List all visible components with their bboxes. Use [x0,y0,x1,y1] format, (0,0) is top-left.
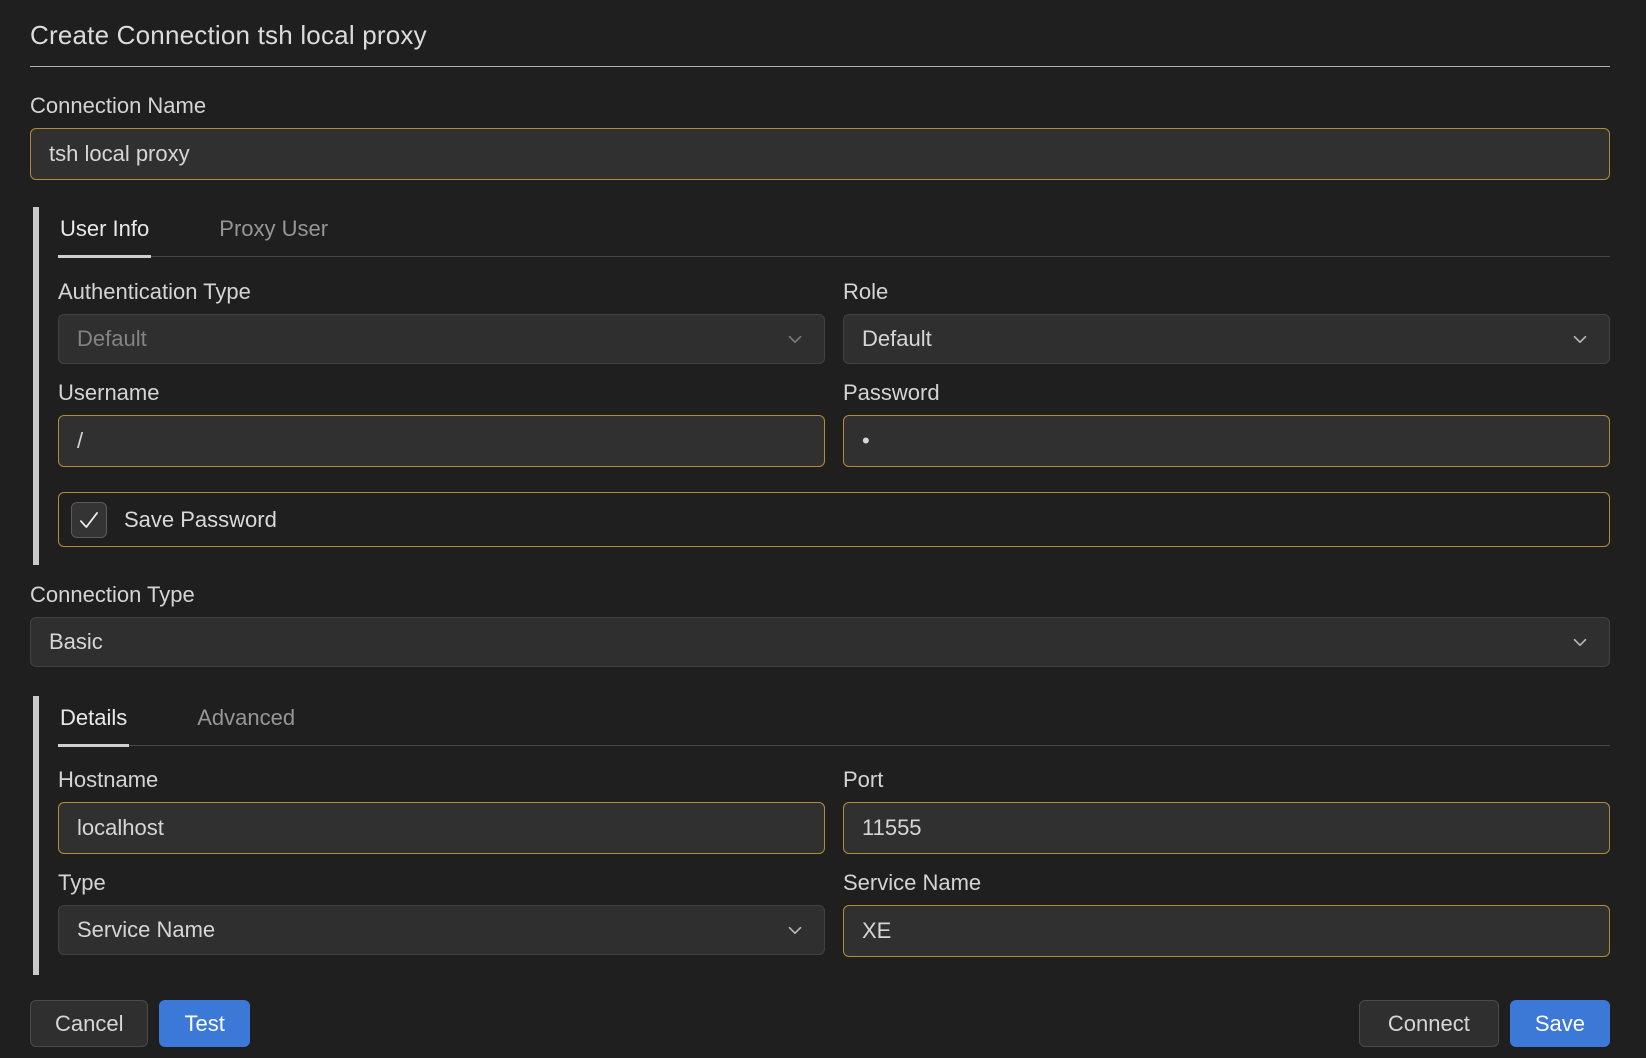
authentication-type-value: Default [77,326,147,352]
connection-type-select[interactable]: Basic [30,617,1610,667]
cancel-button[interactable]: Cancel [30,1000,148,1047]
user-info-body: Authentication Type Default Role Default [58,279,1610,547]
role-label: Role [843,279,1610,305]
type-value: Service Name [77,917,215,943]
hostname-label: Hostname [58,767,825,793]
save-button[interactable]: Save [1510,1000,1610,1047]
save-password-checkbox[interactable] [71,502,107,538]
port-label: Port [843,767,1610,793]
port-field: Port [843,767,1610,854]
tab-details[interactable]: Details [58,696,129,747]
service-name-label: Service Name [843,870,1610,896]
user-info-tabbar: User Info Proxy User [58,207,1610,257]
create-connection-dialog: Create Connection tsh local proxy Connec… [0,0,1646,1058]
connection-type-label: Connection Type [30,582,1610,608]
password-label: Password [843,380,1610,406]
service-name-field: Service Name [843,870,1610,957]
connect-button[interactable]: Connect [1359,1000,1499,1047]
type-select[interactable]: Service Name [58,905,825,955]
test-button[interactable]: Test [159,1000,249,1047]
hostname-field: Hostname [58,767,825,854]
connection-type-field: Connection Type Basic [30,582,1610,667]
authentication-type-label: Authentication Type [58,279,825,305]
role-select[interactable]: Default [843,314,1610,364]
save-password-row: Save Password [58,492,1610,547]
page-title: Create Connection tsh local proxy [30,20,1610,51]
username-input[interactable] [58,415,825,467]
connection-name-input[interactable] [30,128,1610,180]
username-label: Username [58,380,825,406]
tab-user-info[interactable]: User Info [58,207,151,258]
service-name-input[interactable] [843,905,1610,957]
details-tabbar: Details Advanced [58,696,1610,746]
details-section: Details Advanced Hostname Port Type Serv… [33,696,1610,975]
username-field: Username [58,380,825,467]
chevron-down-icon [1569,631,1591,653]
role-value: Default [862,326,932,352]
checkmark-icon [76,507,102,533]
tab-proxy-user[interactable]: Proxy User [217,207,330,256]
type-label: Type [58,870,825,896]
connection-name-label: Connection Name [30,93,1610,119]
title-divider [30,66,1610,67]
tab-advanced[interactable]: Advanced [195,696,297,745]
chevron-down-icon [784,919,806,941]
authentication-type-field: Authentication Type Default [58,279,825,364]
dialog-footer: Cancel Test Connect Save [30,1000,1610,1047]
footer-right-group: Connect Save [1359,1000,1610,1047]
authentication-type-select[interactable]: Default [58,314,825,364]
hostname-input[interactable] [58,802,825,854]
password-input[interactable] [843,415,1610,467]
details-body: Hostname Port Type Service Name [58,767,1610,957]
chevron-down-icon [784,328,806,350]
port-input[interactable] [843,802,1610,854]
role-field: Role Default [843,279,1610,364]
save-password-label: Save Password [124,507,277,533]
connection-type-value: Basic [49,629,103,655]
user-info-section: User Info Proxy User Authentication Type… [33,207,1610,565]
type-field: Type Service Name [58,870,825,957]
chevron-down-icon [1569,328,1591,350]
password-field: Password [843,380,1610,467]
